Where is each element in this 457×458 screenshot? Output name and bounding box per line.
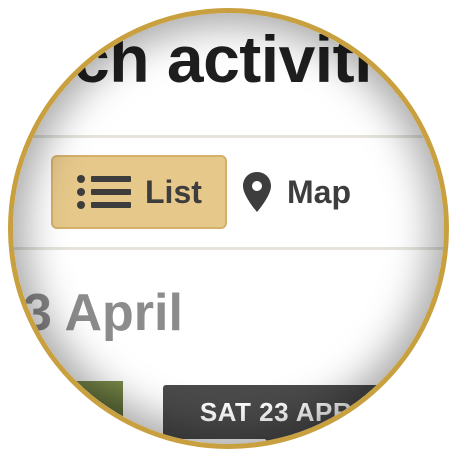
date-heading: 3 April: [23, 284, 183, 342]
map-view-label: Map: [287, 173, 351, 210]
date-badge: SAT 23 APR: [163, 385, 389, 439]
event-thumbnail[interactable]: [73, 381, 123, 444]
map-pin-icon: [243, 172, 271, 212]
divider: [13, 135, 444, 138]
event-thumbnail[interactable]: [391, 381, 441, 444]
badge-pointer: [265, 439, 289, 444]
list-view-label: List: [145, 173, 202, 210]
divider: [13, 247, 444, 250]
page: ch activiti List Map 3 April SAT 23 APR: [13, 13, 444, 444]
page-title: ch activiti: [73, 22, 372, 96]
list-view-button[interactable]: List: [51, 155, 227, 229]
list-icon: [77, 175, 131, 209]
magnifier-lens: ch activiti List Map 3 April SAT 23 APR: [8, 8, 449, 449]
map-view-button[interactable]: Map: [233, 155, 373, 229]
